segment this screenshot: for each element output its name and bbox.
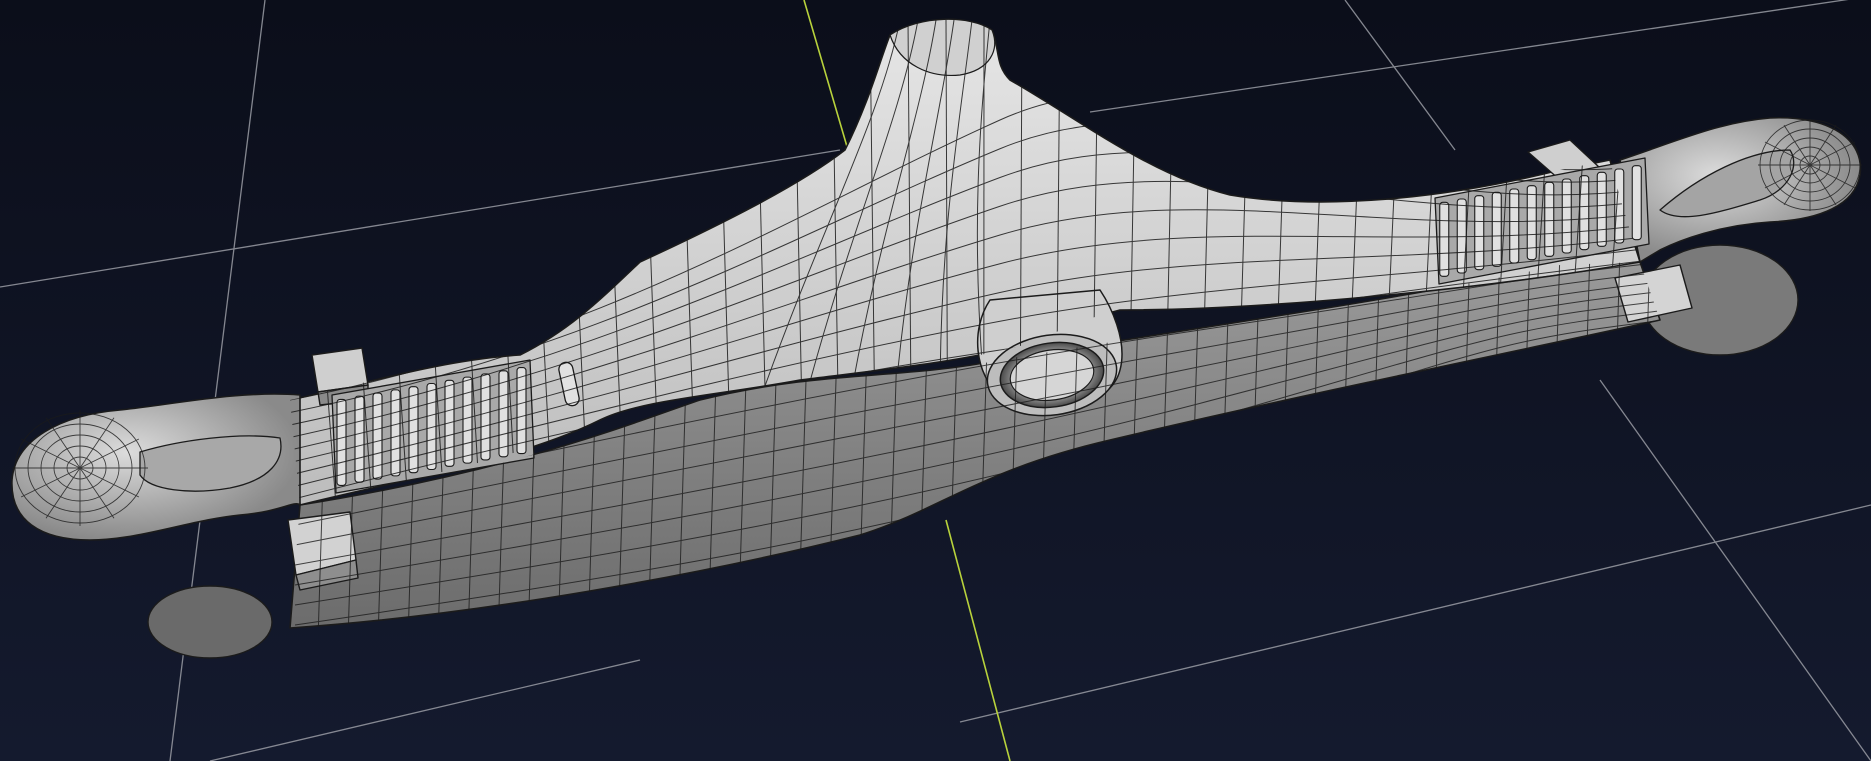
lower-left-eye-underside [147,585,273,659]
left-rib-rib [336,398,347,486]
viewport-canvas[interactable] [0,0,1871,761]
right-rib-rib [1596,171,1607,247]
right-rib-rib [1561,178,1572,254]
right-rib-rib [1491,191,1502,267]
right-rib-rib [1544,181,1555,257]
3d-viewport[interactable] [0,0,1871,761]
right-rib-rib [1614,168,1625,244]
left-rib-rib [516,367,527,455]
left-rib-rib [390,389,401,477]
right-rib-rib [1631,165,1642,241]
left-rib-rib [408,386,419,474]
left-tab-lower [287,511,359,591]
right-rib-rib [1439,201,1450,277]
right-rib-rib [1509,188,1520,264]
left-rib-rib [462,376,473,464]
